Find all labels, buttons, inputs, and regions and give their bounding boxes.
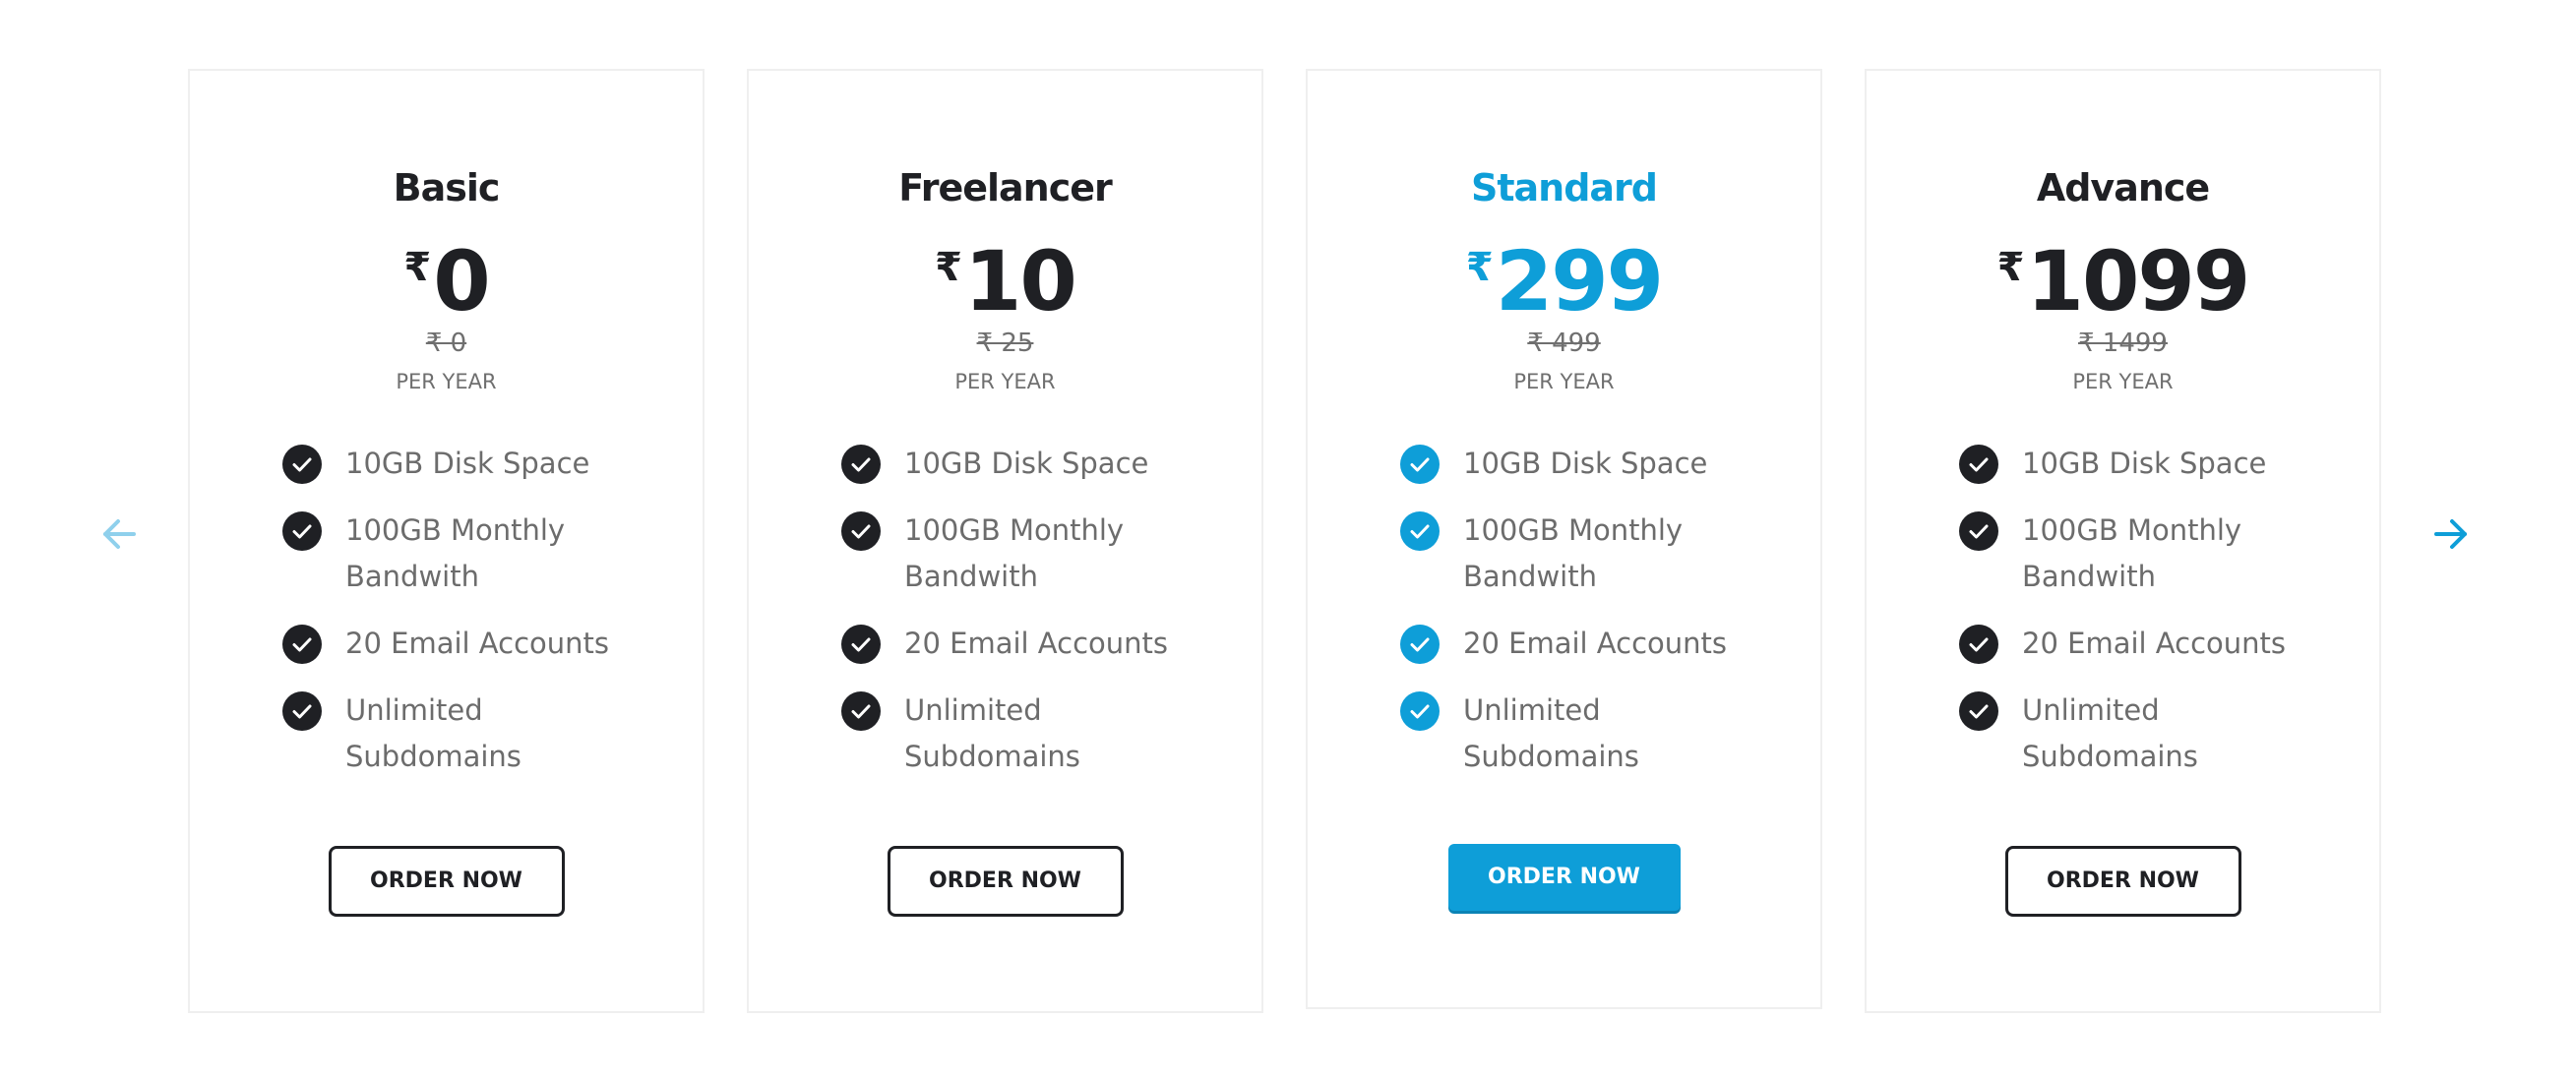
pricing-card-standard: Standard ₹299 ₹ 499 PER YEAR 10GB Disk S…	[1306, 69, 1822, 1009]
billing-period: PER YEAR	[954, 370, 1056, 393]
price-amount: 1099	[2026, 233, 2251, 329]
feature-list: 10GB Disk Space 100GB Monthly Bandwith 2…	[1959, 441, 2353, 801]
feature-item: Unlimited Subdomains	[1400, 688, 1794, 780]
billing-period: PER YEAR	[1513, 370, 1615, 393]
feature-item: 10GB Disk Space	[282, 441, 676, 487]
arrow-left-icon	[103, 519, 136, 549]
pricing-card-basic: Basic ₹0 ₹ 0 PER YEAR 10GB Disk Space 10…	[188, 69, 705, 1013]
check-circle-icon	[1959, 691, 1998, 731]
feature-item: 10GB Disk Space	[1959, 441, 2353, 487]
check-circle-icon	[841, 445, 881, 484]
check-circle-icon	[841, 511, 881, 551]
plan-title: Standard	[1470, 166, 1658, 210]
old-price: ₹ 499	[1527, 329, 1601, 358]
feature-item: 10GB Disk Space	[1400, 441, 1794, 487]
old-price: ₹ 25	[976, 329, 1034, 358]
price-amount: 299	[1495, 233, 1664, 329]
check-circle-icon	[282, 445, 322, 484]
check-circle-icon	[1400, 691, 1440, 731]
currency-symbol: ₹	[935, 245, 962, 290]
check-circle-icon	[1959, 511, 1998, 551]
check-circle-icon	[841, 625, 881, 664]
feature-item: Unlimited Subdomains	[282, 688, 676, 780]
feature-item: 20 Email Accounts	[1959, 621, 2353, 667]
check-circle-icon	[282, 511, 322, 551]
feature-item: 20 Email Accounts	[282, 621, 676, 667]
feature-item: 100GB Monthly Bandwith	[1400, 508, 1794, 600]
plan-title: Advance	[2036, 166, 2210, 210]
currency-symbol: ₹	[403, 245, 432, 290]
price-amount: 10	[963, 233, 1077, 329]
plan-price: ₹10	[749, 240, 1261, 323]
order-now-button[interactable]: ORDER NOW	[887, 846, 1124, 917]
check-circle-icon	[282, 625, 322, 664]
check-circle-icon	[1959, 445, 1998, 484]
feature-list: 10GB Disk Space 100GB Monthly Bandwith 2…	[1400, 441, 1794, 801]
feature-item: Unlimited Subdomains	[841, 688, 1235, 780]
old-price: ₹ 0	[425, 329, 467, 358]
feature-item: 100GB Monthly Bandwith	[841, 508, 1235, 600]
check-circle-icon	[841, 691, 881, 731]
feature-list: 10GB Disk Space 100GB Monthly Bandwith 2…	[841, 441, 1235, 801]
plan-price: ₹1099	[1867, 240, 2379, 323]
carousel-next-button[interactable]	[2426, 509, 2476, 559]
currency-symbol: ₹	[1996, 245, 2025, 290]
feature-list: 10GB Disk Space 100GB Monthly Bandwith 2…	[282, 441, 676, 801]
check-circle-icon	[1400, 445, 1440, 484]
carousel-prev-button[interactable]	[94, 509, 144, 559]
feature-item: 100GB Monthly Bandwith	[1959, 508, 2353, 600]
order-now-button[interactable]: ORDER NOW	[1447, 844, 1681, 911]
feature-item: Unlimited Subdomains	[1959, 688, 2353, 780]
plan-price: ₹299	[1308, 240, 1820, 323]
pricing-carousel: Basic ₹0 ₹ 0 PER YEAR 10GB Disk Space 10…	[0, 0, 2576, 1078]
billing-period: PER YEAR	[396, 370, 497, 393]
order-now-button[interactable]: ORDER NOW	[2004, 846, 2241, 917]
order-now-button[interactable]: ORDER NOW	[328, 846, 565, 917]
plan-price: ₹0	[190, 240, 703, 323]
feature-item: 10GB Disk Space	[841, 441, 1235, 487]
check-circle-icon	[282, 691, 322, 731]
feature-item: 20 Email Accounts	[841, 621, 1235, 667]
check-circle-icon	[1959, 625, 1998, 664]
currency-symbol: ₹	[1465, 245, 1494, 290]
price-amount: 0	[433, 233, 490, 329]
pricing-card-advance: Advance ₹1099 ₹ 1499 PER YEAR 10GB Disk …	[1865, 69, 2381, 1013]
arrow-right-icon	[2434, 519, 2467, 549]
billing-period: PER YEAR	[2072, 370, 2174, 393]
plan-title: Basic	[393, 166, 501, 210]
check-circle-icon	[1400, 511, 1440, 551]
feature-item: 100GB Monthly Bandwith	[282, 508, 676, 600]
old-price: ₹ 1499	[2078, 329, 2168, 358]
feature-item: 20 Email Accounts	[1400, 621, 1794, 667]
check-circle-icon	[1400, 625, 1440, 664]
plan-title: Freelancer	[898, 166, 1113, 210]
pricing-card-freelancer: Freelancer ₹10 ₹ 25 PER YEAR 10GB Disk S…	[747, 69, 1263, 1013]
